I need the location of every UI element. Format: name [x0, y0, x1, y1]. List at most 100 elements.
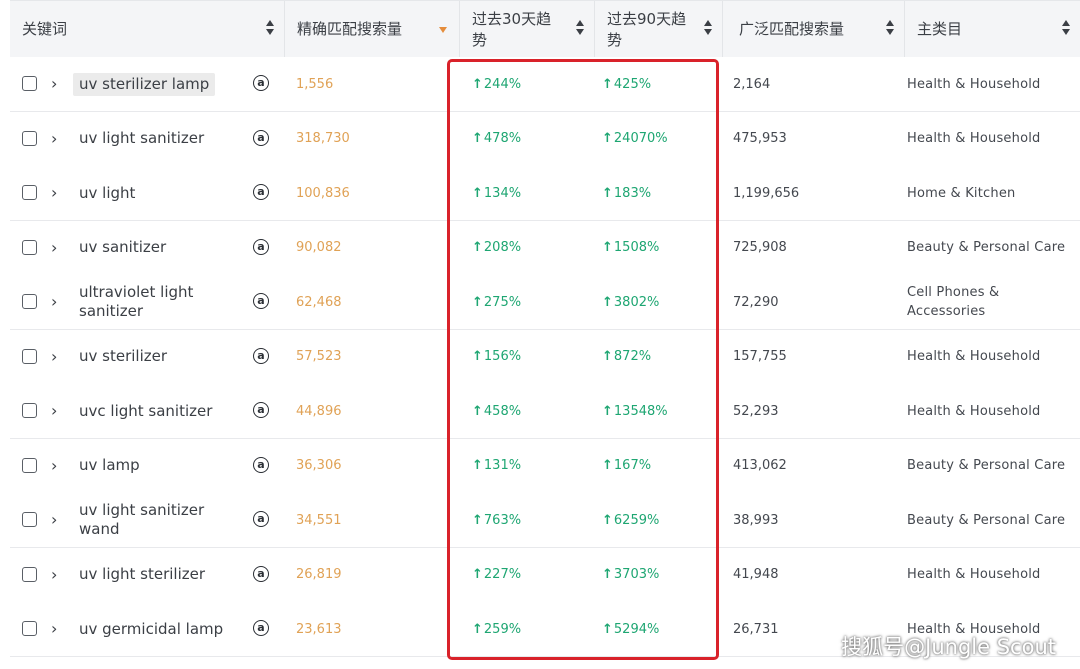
trend-90-value: ↑167% — [602, 458, 652, 473]
col-broad-volume[interactable]: 广泛匹配搜索量 — [727, 1, 905, 57]
arrow-up-icon: ↑ — [472, 621, 483, 637]
exact-volume-value: 1,556 — [296, 76, 334, 92]
broad-volume-value: 1,199,656 — [733, 185, 800, 201]
trend-90-value: ↑13548% — [602, 403, 668, 419]
arrow-up-icon: ↑ — [472, 185, 483, 201]
category-value: Health & Household — [907, 403, 1041, 419]
sort-icon[interactable] — [1062, 20, 1070, 38]
trend-90-value: ↑425% — [602, 76, 652, 92]
col-keyword-label: 关键词 — [22, 20, 68, 38]
broad-volume-value: 26,731 — [733, 621, 779, 637]
broad-volume-value: 725,908 — [733, 240, 787, 255]
trend-30-value: ↑208% — [472, 240, 522, 255]
category-value: Health & Household — [907, 131, 1041, 146]
col-trend-30[interactable]: 过去30天趋势 — [460, 1, 595, 57]
broad-volume-value: 413,062 — [733, 458, 787, 473]
table-row[interactable]: › uv sterilizer lamp a 1,556 ↑244% ↑425% 2,164… — [10, 57, 1080, 112]
table-row[interactable]: › uvc light sanitizer a 44,896 ↑458% ↑13548% 5… — [10, 384, 1080, 439]
trend-30-value: ↑134% — [472, 185, 522, 201]
exact-volume-value: 34,551 — [296, 512, 342, 528]
trend-30-value: ↑227% — [472, 567, 522, 582]
arrow-up-icon: ↑ — [602, 567, 613, 582]
exact-volume-value: 36,306 — [296, 458, 342, 473]
table-row[interactable]: › uv light sterilizer a 26,819 ↑227% ↑3703% 41… — [10, 547, 1080, 603]
arrow-up-icon: ↑ — [602, 349, 613, 364]
category-value: Beauty & Personal Care — [907, 240, 1066, 255]
arrow-up-icon: ↑ — [472, 240, 483, 255]
trend-30-value: ↑259% — [472, 621, 522, 637]
category-value: Health & Household — [907, 567, 1041, 582]
arrow-up-icon: ↑ — [472, 349, 483, 364]
arrow-up-icon: ↑ — [472, 294, 483, 310]
exact-volume-value: 44,896 — [296, 403, 342, 419]
category-value: Health & Household — [907, 76, 1041, 92]
col-category[interactable]: 主类目 — [905, 1, 1080, 57]
trend-90-value: ↑24070% — [602, 131, 668, 146]
sort-icon[interactable] — [266, 20, 274, 38]
broad-volume-value: 475,953 — [733, 131, 787, 146]
category-value: Health & Household — [907, 349, 1041, 364]
trend-90-value: ↑5294% — [602, 621, 660, 637]
exact-volume-value: 57,523 — [296, 349, 342, 364]
table-row[interactable]: › uv light sanitizer wand a 34,551 ↑763% ↑625… — [10, 493, 1080, 548]
col-broad-volume-label: 广泛匹配搜索量 — [739, 20, 845, 38]
arrow-up-icon: ↑ — [472, 512, 483, 528]
broad-volume-value: 157,755 — [733, 349, 787, 364]
watermark: 搜狐号@Jungle Scout — [841, 635, 1056, 659]
trend-90-value: ↑1508% — [602, 240, 660, 255]
broad-volume-value: 52,293 — [733, 403, 779, 419]
col-trend-90-label: 过去90天趋势 — [607, 10, 687, 49]
exact-volume-value: 62,468 — [296, 294, 342, 310]
sort-icon[interactable] — [704, 20, 712, 38]
table-row[interactable]: › uv light sanitizer a 318,730 ↑478% ↑24070% 4… — [10, 111, 1080, 167]
col-trend-90[interactable]: 过去90天趋势 — [595, 1, 723, 57]
table-row[interactable]: › ultraviolet light sanitizer a 62,468 ↑275%… — [10, 275, 1080, 330]
broad-volume-value: 41,948 — [733, 567, 779, 582]
arrow-up-icon: ↑ — [602, 403, 613, 419]
col-exact-volume[interactable]: 精确匹配搜索量 — [285, 1, 460, 57]
trend-30-value: ↑275% — [472, 294, 522, 310]
arrow-up-icon: ↑ — [602, 131, 613, 146]
table-row[interactable]: › uv light a 100,836 ↑134% ↑183% 1,199,656 Home… — [10, 166, 1080, 221]
exact-volume-value: 318,730 — [296, 131, 350, 146]
trend-30-value: ↑478% — [472, 131, 522, 146]
arrow-up-icon: ↑ — [472, 567, 483, 582]
table-row[interactable]: › uv sanitizer a 90,082 ↑208% ↑1508% 725,908 Be… — [10, 220, 1080, 276]
category-value: Home & Kitchen — [907, 185, 1016, 201]
keyword-table: 关键词 精确匹配搜索量 过去30天趋势 过去90天趋势 广泛匹配搜索量 主类目 … — [10, 0, 1080, 657]
broad-volume-value: 2,164 — [733, 76, 771, 92]
trend-30-value: ↑244% — [472, 76, 522, 92]
trend-90-value: ↑6259% — [602, 512, 660, 528]
arrow-up-icon: ↑ — [602, 458, 613, 473]
arrow-up-icon: ↑ — [472, 131, 483, 146]
category-value: Beauty & Personal Care — [907, 458, 1066, 473]
exact-volume-value: 23,613 — [296, 621, 342, 637]
trend-30-value: ↑156% — [472, 349, 522, 364]
sort-desc-icon[interactable] — [439, 27, 447, 33]
arrow-up-icon: ↑ — [602, 294, 613, 310]
arrow-up-icon: ↑ — [602, 76, 613, 92]
arrow-up-icon: ↑ — [602, 240, 613, 255]
broad-volume-value: 72,290 — [733, 294, 779, 310]
arrow-up-icon: ↑ — [602, 185, 613, 201]
arrow-up-icon: ↑ — [472, 403, 483, 419]
trend-90-value: ↑3802% — [602, 294, 660, 310]
exact-volume-value: 100,836 — [296, 185, 350, 201]
arrow-up-icon: ↑ — [602, 621, 613, 637]
sort-icon[interactable] — [576, 20, 584, 38]
col-exact-volume-label: 精确匹配搜索量 — [297, 20, 403, 38]
category-value: Cell Phones & Accessories — [907, 285, 1000, 319]
table-row[interactable]: › uv lamp a 36,306 ↑131% ↑167% 413,062 Beauty &… — [10, 438, 1080, 494]
col-keyword[interactable]: 关键词 — [10, 1, 285, 57]
trend-90-value: ↑872% — [602, 349, 652, 364]
arrow-up-icon: ↑ — [472, 458, 483, 473]
trend-30-value: ↑131% — [472, 458, 522, 473]
sort-icon[interactable] — [886, 20, 894, 38]
arrow-up-icon: ↑ — [602, 512, 613, 528]
table-header: 关键词 精确匹配搜索量 过去30天趋势 过去90天趋势 广泛匹配搜索量 主类目 — [10, 0, 1080, 58]
table-row[interactable]: › uv sterilizer a 57,523 ↑156% ↑872% 157,755 He… — [10, 329, 1080, 385]
trend-30-value: ↑458% — [472, 403, 522, 419]
trend-30-value: ↑763% — [472, 512, 522, 528]
exact-volume-value: 26,819 — [296, 567, 342, 582]
trend-90-value: ↑3703% — [602, 567, 660, 582]
